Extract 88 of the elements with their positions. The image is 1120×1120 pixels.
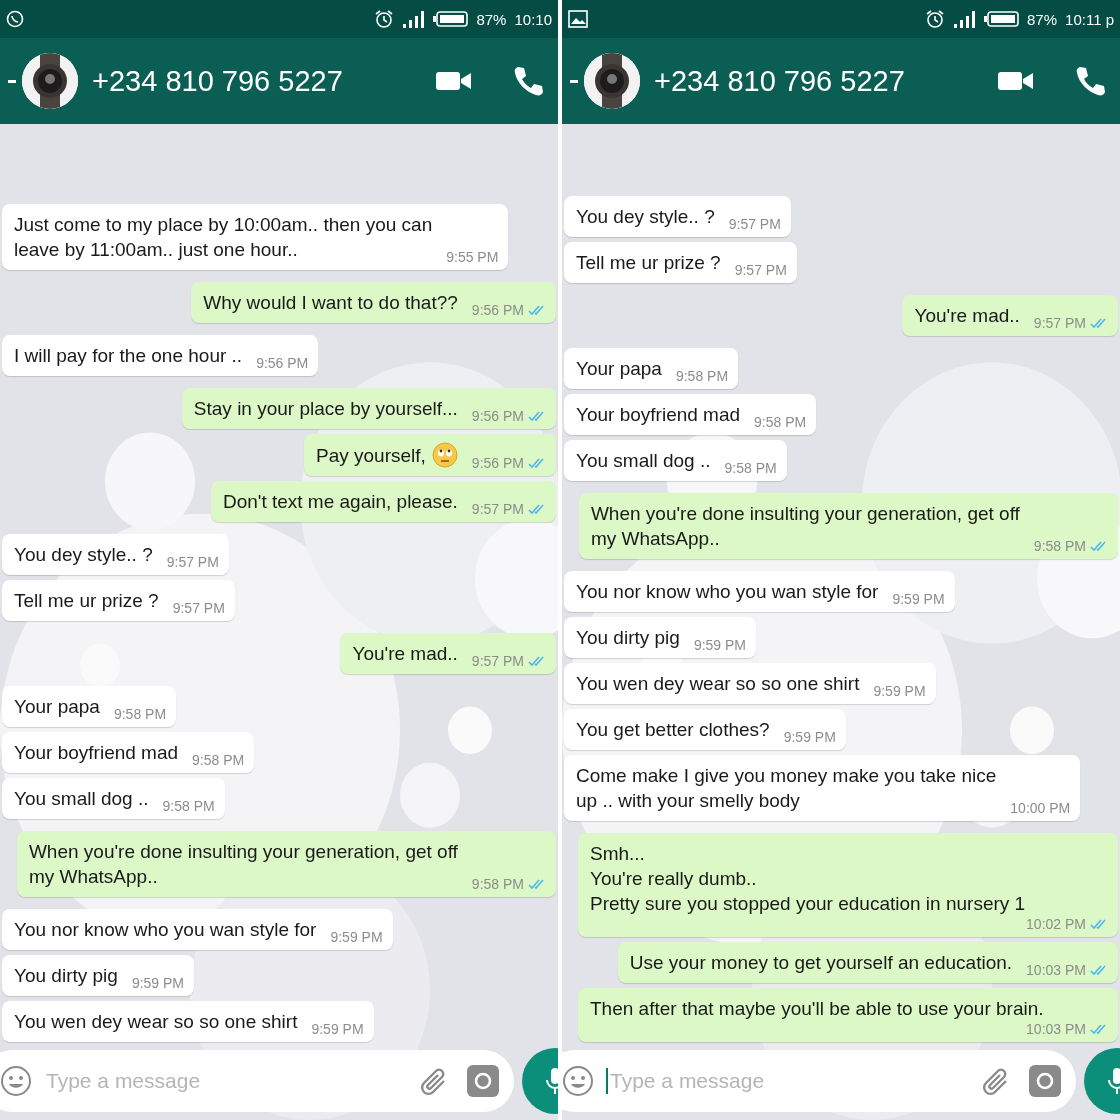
alarm-icon [374, 9, 395, 29]
phone-icon[interactable] [1074, 65, 1106, 97]
message-time: 9:57 PM [734, 262, 787, 278]
message-text: I will pay for the one hour .. [14, 344, 243, 368]
message-time: 9:57 PM [471, 501, 524, 517]
message-time: 9:58 PM [192, 752, 245, 768]
message-time: 9:58 PM [113, 706, 167, 722]
message-text: You nor know who you wan style for [14, 918, 317, 942]
signal-icon [402, 10, 425, 28]
message-text: Use your money to get yourself an education. [629, 951, 1013, 975]
message-time: 9:59 PM [783, 729, 836, 745]
message-text: When you're done insulting your generation, get off my WhatsApp.. [28, 840, 458, 889]
message-time: 9:59 PM [892, 591, 945, 607]
message-field[interactable]: Type a message [562, 1050, 1076, 1112]
message-time: 9:57 PM [728, 216, 781, 232]
message-text: Your boyfriend mad [14, 741, 179, 765]
message-text: You're mad.. [914, 304, 1020, 328]
battery-icon [983, 11, 1020, 27]
message-text: Your papa [576, 357, 662, 381]
battery-percentage: 87% [1027, 10, 1058, 28]
message-text: Smh... You're really dumb.. Pretty sure you stopped your education in nursery 1 [590, 842, 1026, 916]
phone-icon[interactable] [512, 65, 544, 97]
message-text: Just come to my place by 10:00am.. then you can leave by 11:00am.. just one hour.. [14, 213, 433, 262]
message-text: When you're done insulting your generation, get off my WhatsApp.. [590, 502, 1020, 551]
signal-icon [953, 10, 976, 28]
message-time: 9:58 PM [162, 798, 215, 814]
message-text: You wen dey wear so so one shirt [14, 1010, 298, 1034]
message-time: 9:59 PM [311, 1021, 364, 1037]
message-time: 9:57 PM [471, 653, 524, 669]
message-text: You dirty pig [14, 964, 118, 988]
alarm-icon [925, 9, 946, 29]
message-text: You dirty pig [576, 626, 680, 650]
camera-icon[interactable] [1028, 1064, 1062, 1098]
message-time: 9:57 PM [172, 600, 225, 616]
message-text: Your boyfriend mad [576, 403, 741, 427]
message-time: 10:00 PM [1010, 800, 1071, 816]
message-time: 9:58 PM [471, 876, 524, 892]
message-time: 10:02 PM [1026, 916, 1086, 932]
message-time: 9:58 PM [724, 460, 777, 476]
message-text: Come make I give you money make you take nice up .. with your smelly body [576, 764, 997, 813]
message-time: 9:59 PM [330, 929, 383, 945]
message-time: 9:55 PM [446, 249, 499, 265]
message-field[interactable]: Type a message [0, 1050, 514, 1112]
message-time: 9:58 PM [1033, 538, 1086, 554]
message-time: 10:03 PM [1026, 962, 1086, 978]
image-icon [568, 10, 588, 28]
message-text: Why would I want to do that?? [203, 291, 458, 315]
message-text: Pay yourself, [316, 443, 426, 468]
message-time: 9:58 PM [754, 414, 807, 430]
message-input[interactable]: Type a message [606, 1068, 980, 1094]
video-call-icon[interactable] [436, 69, 472, 93]
message-text: Your papa [14, 695, 100, 719]
status-time: 10:11 p [1065, 10, 1114, 28]
message-text: Then after that maybe you'll be able to use your brain. [590, 997, 1044, 1021]
battery-percentage: 87% [476, 10, 507, 28]
message-time: 9:56 PM [471, 408, 524, 424]
message-time: 9:57 PM [166, 554, 219, 570]
status-time: 10:10 [514, 10, 552, 28]
message-text: You get better clothes? [576, 718, 770, 742]
message-time: 9:56 PM [471, 302, 524, 318]
message-time: 9:57 PM [1033, 315, 1086, 331]
message-text: You're mad.. [352, 642, 458, 666]
battery-icon [432, 11, 469, 27]
emoji-icon[interactable] [0, 1065, 32, 1097]
message-time: 9:59 PM [693, 637, 746, 653]
message-text: Tell me ur prize ? [14, 589, 159, 613]
message-text: You small dog .. [576, 449, 711, 473]
message-text: Tell me ur prize ? [576, 251, 721, 275]
back-icon[interactable] [8, 79, 16, 83]
message-text: Don't text me again, please. [222, 490, 458, 514]
message-time: 9:58 PM [675, 368, 729, 384]
chat-icon [6, 10, 24, 28]
message-time: 9:59 PM [131, 975, 184, 991]
video-call-icon[interactable] [998, 69, 1034, 93]
message-time: 9:56 PM [256, 355, 309, 371]
message-text: You dey style.. ? [14, 543, 153, 567]
message-text: You small dog .. [14, 787, 149, 811]
camera-icon[interactable] [466, 1064, 500, 1098]
message-text: You dey style.. ? [576, 205, 715, 229]
message-time: 9:59 PM [873, 683, 926, 699]
message-text: You wen dey wear so so one shirt [576, 672, 860, 696]
back-icon[interactable] [570, 79, 578, 83]
message-text: You nor know who you wan style for [576, 580, 879, 604]
message-time: 10:03 PM [1026, 1021, 1086, 1037]
emoji-icon[interactable] [562, 1065, 594, 1097]
message-text: Stay in your place by yourself... [193, 397, 458, 421]
message-input[interactable]: Type a message [44, 1068, 418, 1094]
message-time: 9:56 PM [471, 455, 524, 471]
